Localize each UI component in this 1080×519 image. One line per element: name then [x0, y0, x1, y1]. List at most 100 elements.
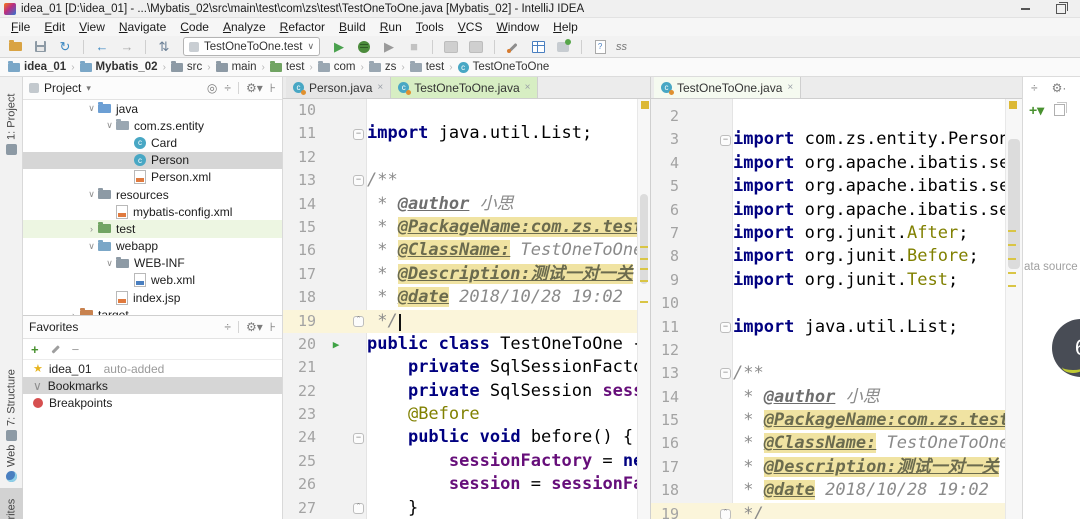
run-gutter-icon[interactable]: ▶ [322, 333, 350, 356]
editor-code-area[interactable]: 10 11− import java.util.List; 12 13−/** 14 * … [283, 99, 650, 519]
stop-icon[interactable]: ■ [405, 39, 423, 55]
restore-button[interactable] [1056, 1, 1068, 14]
tools-wrench-icon[interactable] [504, 39, 522, 55]
tab-testonetoone-java[interactable]: c TestOneToOne.java × [654, 77, 802, 98]
hide-panel-icon[interactable]: ⊦ [270, 320, 276, 334]
fold-marker-slot[interactable]: ˆ [350, 497, 367, 519]
chevron-collapsed-icon[interactable]: › [85, 224, 98, 234]
chevron-expanded-icon[interactable]: ∨ [85, 241, 98, 252]
menu-item-tools[interactable]: Tools [409, 20, 451, 34]
fold-marker-slot[interactable]: − [350, 169, 367, 192]
breadcrumb-item-testonetoone[interactable]: c TestOneToOne [457, 61, 549, 73]
fold-marker-slot[interactable]: − [350, 426, 367, 449]
project-panel-title[interactable]: Project ▾ [29, 81, 207, 95]
scrollbar-thumb[interactable] [1008, 139, 1020, 269]
tree-item-person[interactable]: c Person [23, 151, 282, 169]
tool-window-button-favorites[interactable]: Favorites [0, 488, 23, 519]
table-grid-icon[interactable] [529, 39, 547, 55]
fold-end-icon[interactable]: ˆ [720, 508, 731, 519]
fold-collapse-icon[interactable]: − [720, 134, 731, 146]
tree-item-person.xml[interactable]: Person.xml [23, 169, 282, 186]
menu-item-help[interactable]: Help [546, 20, 585, 34]
inspection-status-icon[interactable] [1009, 101, 1017, 109]
breadcrumb-item-zs[interactable]: zs [368, 60, 396, 73]
menu-item-build[interactable]: Build [332, 20, 373, 34]
fold-collapse-icon[interactable]: − [353, 175, 364, 187]
run-configuration-select[interactable]: TestOneToOne.test ∨ [183, 37, 321, 56]
collapse-all-icon[interactable]: ÷ [1031, 81, 1038, 95]
scrollbar-thumb[interactable] [640, 194, 648, 284]
add-data-source-icon[interactable]: +▾ [1029, 102, 1044, 119]
hide-panel-icon[interactable]: ⊦ [270, 81, 276, 95]
profiler-icon[interactable] [442, 39, 460, 55]
tree-item-mybatis-config.xml[interactable]: mybatis-config.xml [23, 203, 282, 220]
edit-favorite-icon[interactable] [51, 344, 60, 354]
annotate-sort-icon[interactable]: ⇅ [155, 39, 173, 55]
save-icon[interactable] [31, 39, 49, 55]
back-icon[interactable]: ← [93, 39, 111, 55]
menu-item-code[interactable]: Code [173, 20, 216, 34]
breadcrumb-item-main[interactable]: main [215, 60, 257, 73]
menu-item-refactor[interactable]: Refactor [273, 20, 332, 34]
menu-item-analyze[interactable]: Analyze [216, 20, 273, 34]
menu-item-file[interactable]: File [4, 20, 37, 34]
breadcrumb-item-src[interactable]: src [170, 60, 202, 73]
fold-collapse-icon[interactable]: − [353, 128, 364, 140]
chevron-expanded-icon[interactable]: ∨ [85, 103, 98, 114]
editor-scrollbar[interactable] [1005, 99, 1022, 519]
forward-icon[interactable]: → [118, 39, 136, 55]
fold-collapse-icon[interactable]: − [720, 321, 731, 333]
collapse-all-icon[interactable]: ÷ [224, 81, 231, 95]
tree-item-webapp[interactable]: ∨ webapp [23, 238, 282, 255]
run-coverage-icon[interactable]: ▶ [380, 39, 398, 55]
menu-item-vcs[interactable]: VCS [451, 20, 490, 34]
chevron-expanded-icon[interactable]: ∨ [103, 120, 116, 131]
gear-icon[interactable]: ⚙· [1052, 81, 1067, 95]
editor-scrollbar[interactable] [637, 99, 650, 519]
locate-icon[interactable]: ◎ [207, 81, 217, 95]
breadcrumb-item-test[interactable]: test [269, 60, 304, 73]
tree-item-com.zs.entity[interactable]: ∨ com.zs.entity [23, 117, 282, 134]
fold-end-icon[interactable]: ˆ [353, 502, 364, 514]
minimize-button[interactable] [1021, 7, 1030, 10]
fold-collapse-icon[interactable]: − [720, 368, 731, 380]
attach-profiler-icon[interactable] [467, 39, 485, 55]
inspection-status-icon[interactable] [641, 101, 649, 109]
menu-item-window[interactable]: Window [489, 20, 546, 34]
tool-window-button----project[interactable]: 1: Project [0, 79, 23, 159]
fold-marker-slot[interactable]: − [718, 316, 733, 339]
gear-icon[interactable]: ⚙▾ [246, 320, 263, 334]
tab-testonetoone-java[interactable]: c TestOneToOne.java × [391, 77, 539, 98]
tree-item-index.jsp[interactable]: index.jsp [23, 289, 282, 306]
fold-marker-slot[interactable]: ˆ [718, 503, 733, 519]
close-icon[interactable]: × [525, 82, 531, 93]
close-icon[interactable]: × [377, 82, 383, 93]
fold-end-icon[interactable]: ˆ [353, 315, 364, 327]
tree-item-web-inf[interactable]: ∨ WEB-INF [23, 255, 282, 272]
run-icon[interactable]: ▶ [330, 39, 348, 55]
module-update-icon[interactable] [554, 38, 572, 55]
gear-icon[interactable]: ⚙▾ [246, 81, 263, 95]
menu-item-view[interactable]: View [72, 20, 112, 34]
tool-window-button-web[interactable]: Web [0, 445, 23, 486]
chevron-expanded-icon[interactable]: ∨ [85, 189, 98, 200]
fold-collapse-icon[interactable]: − [353, 432, 364, 444]
tree-item-java[interactable]: ∨ java [23, 100, 282, 117]
debug-icon[interactable] [355, 39, 373, 55]
tool-window-button----structure[interactable]: 7: Structure [0, 360, 23, 445]
favorites-item-breakpoints[interactable]: Breakpoints [23, 394, 282, 411]
close-icon[interactable]: × [787, 82, 793, 93]
tree-item-web.xml[interactable]: web.xml [23, 272, 282, 289]
breadcrumb-item-test[interactable]: test [409, 60, 444, 73]
breadcrumb-item-com[interactable]: com [317, 60, 356, 73]
fold-marker-slot[interactable]: − [718, 362, 733, 385]
tab-person-java[interactable]: c Person.java × [286, 77, 392, 98]
fold-marker-slot[interactable]: ˆ [350, 310, 367, 333]
editor-code-area[interactable]: 2 3− import com.zs.entity.Person; 4 import o… [651, 99, 1022, 519]
menu-item-edit[interactable]: Edit [37, 20, 72, 34]
tree-item-test[interactable]: › test [23, 220, 282, 238]
fold-marker-slot[interactable]: − [350, 122, 367, 145]
breadcrumb-item-idea_01[interactable]: idea_01 [8, 60, 66, 73]
breadcrumb-item-mybatis_02[interactable]: Mybatis_02 [79, 60, 158, 73]
remove-favorite-icon[interactable]: − [72, 342, 80, 357]
